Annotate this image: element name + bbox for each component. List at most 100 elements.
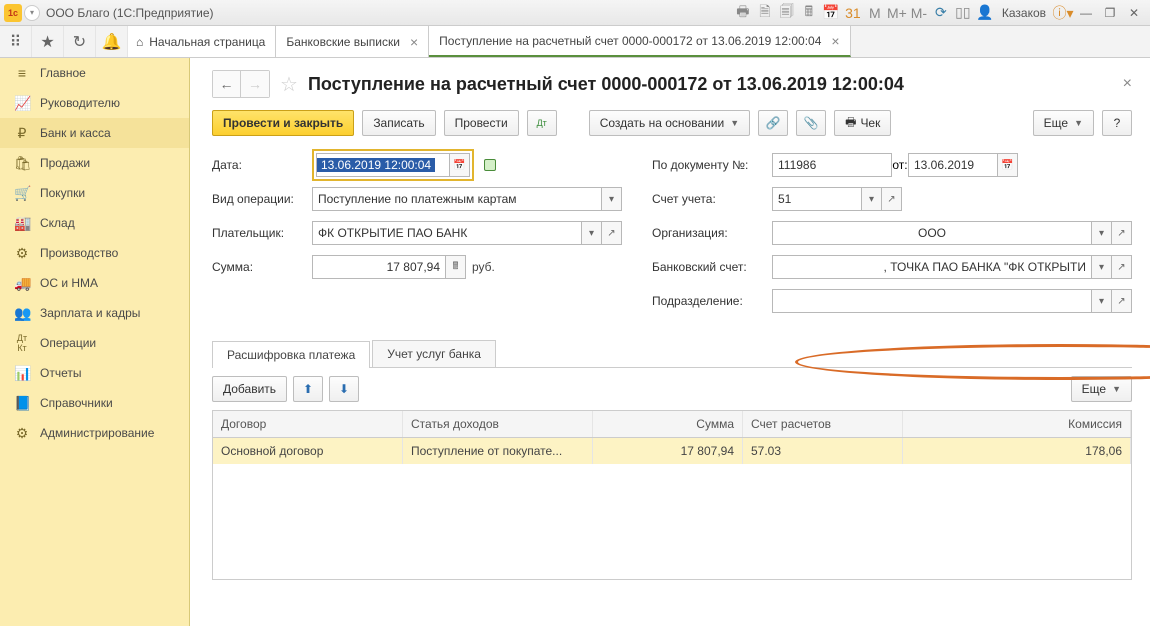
- m-plus-icon[interactable]: M+: [887, 3, 907, 23]
- close-page-icon[interactable]: ×: [1123, 75, 1132, 93]
- date-label: Дата:: [212, 158, 312, 172]
- tab-close-icon[interactable]: ×: [410, 34, 418, 50]
- nav-os[interactable]: 🚚ОС и НМА: [0, 268, 189, 298]
- nav-admin[interactable]: ⚙Администрирование: [0, 418, 189, 448]
- col-contract[interactable]: Договор: [213, 411, 403, 437]
- inner-tabs: Расшифровка платежа Учет услуг банка: [212, 340, 1132, 368]
- compare-icon[interactable]: 🗐: [777, 3, 797, 23]
- refresh-icon[interactable]: ⟳: [931, 3, 951, 23]
- col-income-item[interactable]: Статья доходов: [403, 411, 593, 437]
- attach-button[interactable]: 📎: [796, 110, 826, 136]
- nav-manager[interactable]: 📈Руководителю: [0, 88, 189, 118]
- close-window-button[interactable]: ✕: [1122, 3, 1146, 23]
- nav-main[interactable]: ≡Главное: [0, 58, 189, 88]
- move-down-button[interactable]: ⬇: [329, 376, 359, 402]
- calculator-icon[interactable]: 🖩: [799, 3, 819, 23]
- app-menu-dropdown[interactable]: ▾: [24, 5, 40, 21]
- save-button[interactable]: Записать: [362, 110, 435, 136]
- col-commission[interactable]: Комиссия: [903, 411, 1131, 437]
- dropdown-icon[interactable]: ▾: [1092, 289, 1112, 313]
- dropdown-icon[interactable]: ▾: [582, 221, 602, 245]
- calendar-picker-icon[interactable]: 📅: [998, 153, 1018, 177]
- apps-icon[interactable]: ⠿: [0, 26, 32, 57]
- op-type-input[interactable]: Поступление по платежным картам: [312, 187, 602, 211]
- cell-sum[interactable]: 17 807,94: [593, 438, 743, 464]
- nav-purchases[interactable]: 🛒Покупки: [0, 178, 189, 208]
- help-button[interactable]: ?: [1102, 110, 1132, 136]
- org-input[interactable]: ООО: [772, 221, 1092, 245]
- division-input[interactable]: [772, 289, 1092, 313]
- open-icon[interactable]: ↗: [1112, 255, 1132, 279]
- nav-catalogs[interactable]: 📘Справочники: [0, 388, 189, 418]
- tab-row: ⠿ ★ ↻ 🔔 ⌂ Начальная страница Банковские …: [0, 26, 1150, 58]
- tab-receipt[interactable]: Поступление на расчетный счет 0000-00017…: [429, 26, 850, 57]
- dropdown-icon[interactable]: ▾: [1092, 255, 1112, 279]
- user-name[interactable]: Казаков: [1002, 6, 1046, 20]
- open-icon[interactable]: ↗: [882, 187, 902, 211]
- related-button[interactable]: 🔗: [758, 110, 788, 136]
- calendar-picker-icon[interactable]: 📅: [450, 153, 470, 177]
- minimize-button[interactable]: —: [1074, 3, 1098, 23]
- bag-icon: 🛍: [14, 155, 30, 172]
- post-button[interactable]: Провести: [444, 110, 519, 136]
- tab-bank-services[interactable]: Учет услуг банка: [372, 340, 496, 367]
- col-sum[interactable]: Сумма: [593, 411, 743, 437]
- dropdown-icon[interactable]: ▾: [1092, 221, 1112, 245]
- open-icon[interactable]: ↗: [1112, 221, 1132, 245]
- bank-input[interactable]: , ТОЧКА ПАО БАНКА "ФК ОТКРЫТИ: [772, 255, 1092, 279]
- date-icon[interactable]: 31: [843, 3, 863, 23]
- history-icon[interactable]: ↻: [64, 26, 96, 57]
- print-icon[interactable]: 🖶: [733, 3, 753, 23]
- sum-input[interactable]: 17 807,94: [312, 255, 446, 279]
- cell-account[interactable]: 57.03: [743, 438, 903, 464]
- cell-commission[interactable]: 178,06: [903, 438, 1131, 464]
- nav-production[interactable]: ⚙Производство: [0, 238, 189, 268]
- dropdown-icon[interactable]: ▾: [862, 187, 882, 211]
- date-input[interactable]: 13.06.2019 12:00:04: [316, 153, 450, 177]
- nav-bank[interactable]: ₽Банк и касса: [0, 118, 189, 148]
- docnum-input[interactable]: 111986: [772, 153, 892, 177]
- tab-home[interactable]: ⌂ Начальная страница: [128, 26, 276, 57]
- col-account[interactable]: Счет расчетов: [743, 411, 903, 437]
- nav-salary[interactable]: 👥Зарплата и кадры: [0, 298, 189, 328]
- nav-reports[interactable]: 📊Отчеты: [0, 358, 189, 388]
- move-up-button[interactable]: ⬆: [293, 376, 323, 402]
- dropdown-icon[interactable]: ▾: [602, 187, 622, 211]
- check-button[interactable]: 🖶Чек: [834, 110, 891, 136]
- maximize-button[interactable]: ❐: [1098, 3, 1122, 23]
- info-icon[interactable]: ⓘ▾: [1053, 3, 1073, 23]
- cell-contract[interactable]: Основной договор: [213, 438, 403, 464]
- document-icon[interactable]: 🗎: [755, 3, 775, 23]
- m-minus-icon[interactable]: M-: [909, 3, 929, 23]
- tab-payment-breakdown[interactable]: Расшифровка платежа: [212, 341, 370, 368]
- forward-button[interactable]: →: [241, 71, 269, 97]
- m-icon[interactable]: M: [865, 3, 885, 23]
- more-button[interactable]: Еще▼: [1033, 110, 1094, 136]
- people-icon: 👥: [14, 305, 30, 322]
- table-row[interactable]: Основной договор Поступление от покупате…: [213, 438, 1131, 464]
- add-row-button[interactable]: Добавить: [212, 376, 287, 402]
- calculator-picker-icon[interactable]: 🖩: [446, 255, 466, 279]
- calendar-icon[interactable]: 📅: [821, 3, 841, 23]
- create-based-button[interactable]: Создать на основании▼: [589, 110, 750, 136]
- open-icon[interactable]: ↗: [1112, 289, 1132, 313]
- docdate-input[interactable]: 13.06.2019: [908, 153, 998, 177]
- account-input[interactable]: 51: [772, 187, 862, 211]
- movements-button[interactable]: Дт: [527, 110, 557, 136]
- star-favorite-icon[interactable]: ☆: [280, 72, 298, 97]
- post-and-close-button[interactable]: Провести и закрыть: [212, 110, 354, 136]
- cell-income[interactable]: Поступление от покупате...: [403, 438, 593, 464]
- nav-warehouse[interactable]: 🏭Склад: [0, 208, 189, 238]
- panel-icon[interactable]: ▯▯: [953, 3, 973, 23]
- payer-input[interactable]: ФК ОТКРЫТИЕ ПАО БАНК: [312, 221, 582, 245]
- notifications-icon[interactable]: 🔔: [96, 26, 128, 57]
- tab-bank-statements[interactable]: Банковские выписки ×: [276, 26, 429, 57]
- tab-close-icon[interactable]: ×: [831, 33, 839, 49]
- nav-sales[interactable]: 🛍Продажи: [0, 148, 189, 178]
- nav-operations[interactable]: ДтКтОперации: [0, 328, 189, 358]
- open-icon[interactable]: ↗: [602, 221, 622, 245]
- back-button[interactable]: ←: [213, 71, 241, 97]
- table-more-button[interactable]: Еще▼: [1071, 376, 1132, 402]
- division-label: Подразделение:: [652, 294, 772, 308]
- favorite-icon[interactable]: ★: [32, 26, 64, 57]
